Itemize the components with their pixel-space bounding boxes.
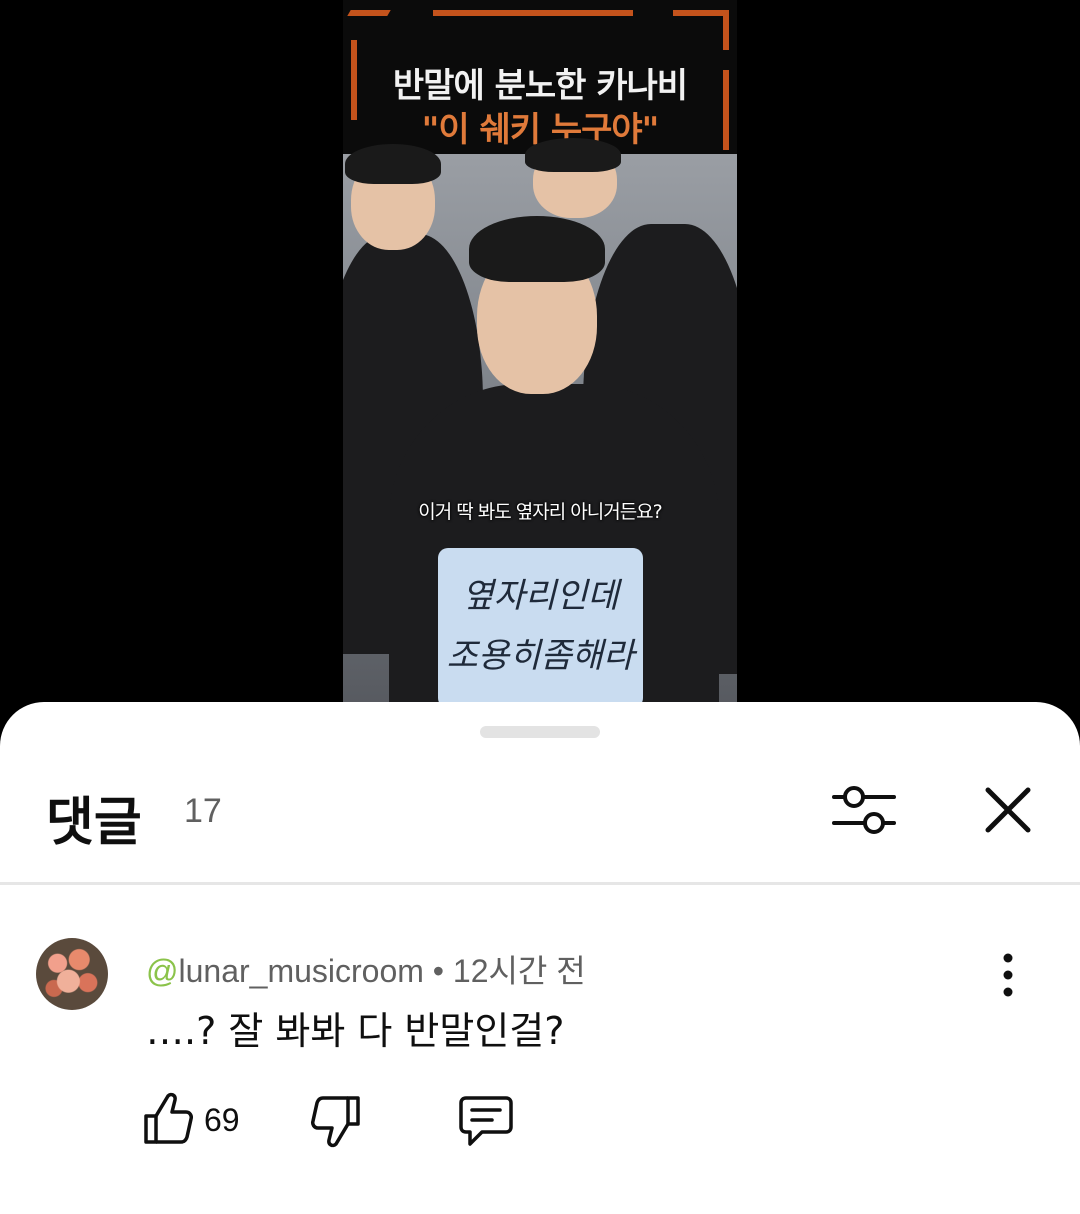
video-title-line1: 반말에 분노한 카나비 <box>392 66 688 106</box>
reply-icon <box>459 1096 513 1146</box>
close-button[interactable] <box>982 784 1034 836</box>
header-divider <box>0 882 1080 885</box>
more-vertical-icon <box>1003 953 1013 997</box>
comments-sheet: 댓글 17 @lunar_musicroom • 12시간 전 ….? 잘 봐봐… <box>0 702 1080 1214</box>
like-count: 69 <box>204 1102 240 1138</box>
title-banner: 반말에 분노한 카나비 "이 쉐키 누구야" <box>343 0 737 154</box>
video-subtitle: 이거 딱 봐도 옆자리 아니거든요? <box>418 501 662 523</box>
close-icon <box>985 787 1031 833</box>
sign-line2: 조용히좀해라 <box>446 636 635 676</box>
drag-handle[interactable] <box>480 726 600 738</box>
comment-username[interactable]: lunar_musicroom <box>178 953 423 989</box>
handwritten-sign: 옆자리인데 조용히좀해라 <box>438 548 643 708</box>
meta-separator: • <box>423 953 453 989</box>
dislike-button[interactable] <box>310 1094 362 1150</box>
sort-filter-button[interactable] <box>832 782 896 838</box>
comment-more-button[interactable] <box>990 950 1026 1000</box>
thumbs-down-icon <box>311 1096 360 1148</box>
comment-text: ….? 잘 봐봐 다 반말인걸? <box>146 1009 565 1053</box>
comment-meta: @lunar_musicroom • 12시간 전 <box>146 946 586 992</box>
username-at: @ <box>146 953 179 989</box>
sliders-icon <box>832 786 896 834</box>
comment-time: 12시간 전 <box>452 953 586 989</box>
comments-title: 댓글 <box>46 793 142 853</box>
thumbs-up-icon <box>144 1092 193 1144</box>
avatar[interactable] <box>36 938 108 1010</box>
like-button[interactable] <box>142 1090 194 1146</box>
comments-count: 17 <box>184 792 222 830</box>
video-player[interactable]: 반말에 분노한 카나비 "이 쉐키 누구야" 이거 딱 봐도 옆자리 아니거든요… <box>0 0 1080 720</box>
video-frame: 반말에 분노한 카나비 "이 쉐키 누구야" 이거 딱 봐도 옆자리 아니거든요… <box>343 0 737 720</box>
reply-button[interactable] <box>458 1094 514 1148</box>
sign-line1: 옆자리인데 <box>462 576 619 616</box>
